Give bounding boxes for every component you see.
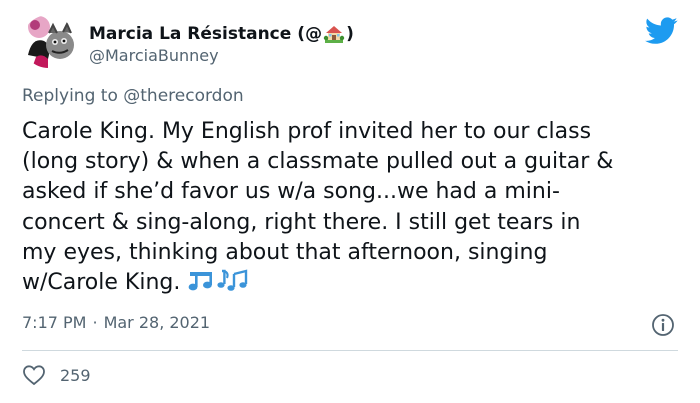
- divider: [22, 350, 678, 351]
- reply-handle-link[interactable]: @therecordon: [123, 86, 243, 106]
- tweet-body-last-line: w/Carole King.: [22, 268, 682, 301]
- heart-icon: [23, 365, 45, 386]
- musical-notes-emoji: [186, 268, 250, 301]
- replying-to-label: Replying to: [22, 86, 118, 106]
- author-name-row: Marcia La Résistance (@ ): [89, 22, 354, 46]
- tweet-meta: 7:17 PM · Mar 28, 2021: [22, 313, 210, 332]
- author-handle[interactable]: @MarciaBunney: [89, 46, 219, 65]
- meta-separator: ·: [92, 313, 98, 332]
- tweet-card: Marcia La Résistance (@ ) @MarciaBunney …: [0, 0, 700, 403]
- tweet-body-line: concert & sing-along, right there. I sti…: [22, 209, 581, 235]
- musical-note-icon: [188, 272, 213, 291]
- house-with-garden-icon: [323, 24, 345, 44]
- info-icon[interactable]: [651, 313, 675, 337]
- author-display-name[interactable]: Marcia La Résistance: [89, 24, 291, 44]
- twitter-bird-icon[interactable]: [645, 17, 678, 45]
- tweet-date[interactable]: Mar 28, 2021: [104, 313, 211, 332]
- tweet-time[interactable]: 7:17 PM: [22, 313, 86, 332]
- tweet-body-line: (long story) & when a classmate pulled o…: [22, 149, 614, 175]
- like-count: 259: [60, 365, 91, 385]
- replying-to-line: Replying to @therecordon: [22, 86, 244, 106]
- tweet-body-line: asked if she’d favor us w/a song...we ha…: [22, 179, 560, 205]
- author-name-close: ): [346, 24, 354, 44]
- like-button[interactable]: 259: [22, 364, 91, 386]
- tweet-body-line: Carole King. My English prof invited her…: [22, 119, 592, 144]
- tweet-body-line: my eyes, thinking about that afternoon, …: [22, 239, 548, 265]
- tweet-body-line: w/Carole King.: [22, 270, 181, 296]
- author-name-open: (@: [297, 24, 323, 44]
- tweet-body: Carole King. My English prof invited her…: [22, 117, 682, 301]
- musical-notes-icon: [217, 269, 248, 291]
- profile-avatar[interactable]: [22, 15, 75, 68]
